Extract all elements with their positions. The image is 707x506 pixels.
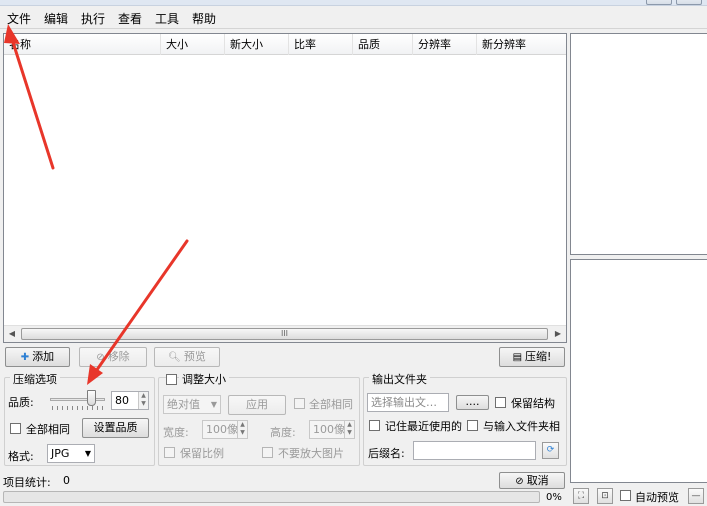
keep-ratio-label: 保留比例 [180,447,224,460]
compress-icon: ▤ [512,352,523,363]
quality-slider-track[interactable] [50,398,105,401]
chevron-down-icon: ▼ [210,400,217,409]
auto-preview-checkbox[interactable] [620,490,631,501]
menu-view[interactable]: 查看 [118,10,142,27]
scroll-grip: III [280,329,289,338]
column-ratio[interactable]: 比率 [289,34,353,55]
resize-mode-dropdown[interactable]: 绝对值 ▼ [163,395,221,414]
output-folder-input[interactable]: 选择输出文… [367,393,449,412]
quality-slider-ticks [52,406,104,410]
no-enlarge-checkbox[interactable] [262,447,273,458]
quality-slider-handle[interactable] [87,390,96,406]
progress-bar [3,491,540,503]
remember-recent-label: 记住最近使用的 [385,420,462,433]
no-enlarge-label: 不要放大图片 [278,447,344,460]
item-count-label: 项目统计: [3,476,51,489]
same-as-input-label: 与输入文件夹相 [483,420,560,433]
resize-apply-button[interactable]: 应用 [228,395,286,415]
preview-original-pane [570,33,707,255]
height-label: 高度: [270,426,296,439]
remove-button[interactable]: ⊘ 移除 [79,347,147,367]
preview-button[interactable]: 🔍︎ 预览 [154,347,220,367]
resize-all-same-checkbox[interactable] [294,398,305,409]
cancel-button[interactable]: ⊘ 取消 [499,472,565,489]
suffix-label: 后缀名: [368,447,405,460]
scroll-left-icon[interactable]: ◀ [4,326,20,342]
progress-percent-text: 0% [546,492,562,503]
spin-arrows-icon[interactable]: ▲ ▼ [237,421,247,438]
spin-arrows-icon[interactable]: ▲ ▼ [344,421,354,438]
list-header: 名称 大小 新大小 比率 品质 分辨率 新分辨率 [4,34,566,55]
suffix-input[interactable] [413,441,536,460]
remember-recent-checkbox[interactable] [369,420,380,431]
quality-label: 品质: [8,396,34,409]
minimize-button[interactable] [646,0,672,5]
maximize-button[interactable] [676,0,702,5]
format-label: 格式: [8,450,34,463]
width-label: 宽度: [163,426,189,439]
plus-icon: ✚ [20,352,30,363]
item-count-value: 0 [63,474,70,487]
scroll-right-icon[interactable]: ▶ [550,326,566,342]
menu-help[interactable]: 帮助 [192,10,216,27]
remove-icon: ⊘ [96,352,105,363]
quality-spinbox[interactable]: 80 ▲ ▼ [111,391,149,410]
horizontal-scrollbar[interactable]: ◀ III ▶ [4,325,566,342]
browse-button[interactable]: .... [456,395,489,410]
column-new-size[interactable]: 新大小 [225,34,289,55]
menu-tools[interactable]: 工具 [155,10,179,27]
magnifier-icon: 🔍︎ [168,352,181,363]
actual-size-icon[interactable]: ⊡ [597,488,613,504]
refresh-icon[interactable]: ⟳ [542,442,559,459]
compress-button[interactable]: ▤ 压缩! [499,347,565,367]
column-quality[interactable]: 品质 [353,34,413,55]
column-new-resolution[interactable]: 新分辨率 [477,34,566,55]
collapse-icon[interactable]: — [688,488,704,504]
width-spinbox[interactable]: 100像 ▲ ▼ [202,420,248,439]
column-resolution[interactable]: 分辨率 [413,34,477,55]
set-quality-button[interactable]: 设置品质 [82,418,149,438]
scrollbar-thumb[interactable]: III [21,328,548,340]
same-as-input-checkbox[interactable] [467,420,478,431]
file-list[interactable]: 名称 大小 新大小 比率 品质 分辨率 新分辨率 ◀ III ▶ [3,33,567,343]
add-button[interactable]: ✚ 添加 [5,347,70,367]
chevron-down-icon: ▼ [84,449,91,458]
keep-structure-label: 保留结构 [511,397,555,410]
compress-options-title: 压缩选项 [10,371,60,387]
format-dropdown[interactable]: JPG ▼ [47,444,95,463]
output-folder-title: 输出文件夹 [369,371,430,387]
quality-all-same-checkbox[interactable] [10,423,21,434]
menu-edit[interactable]: 编辑 [44,10,68,27]
resize-checkbox[interactable] [166,374,177,385]
resize-all-same-label: 全部相同 [309,398,353,411]
cancel-icon: ⊘ [515,476,524,487]
spin-arrows-icon[interactable]: ▲ ▼ [138,392,148,409]
fit-view-icon[interactable]: ⛶ [573,488,589,504]
menu-file[interactable]: 文件 [7,10,31,27]
menu-bar: 文件 编辑 执行 查看 工具 帮助 [0,6,707,29]
auto-preview-label: 自动预览 [635,491,679,504]
resize-title: 调整大小 [179,371,229,387]
column-name[interactable]: 名称 [4,34,161,55]
preview-compressed-pane [570,259,707,483]
height-spinbox[interactable]: 100像 ▲ ▼ [309,420,355,439]
column-size[interactable]: 大小 [161,34,225,55]
keep-structure-checkbox[interactable] [495,397,506,408]
menu-run[interactable]: 执行 [81,10,105,27]
quality-all-same-label: 全部相同 [26,423,70,436]
keep-ratio-checkbox[interactable] [164,447,175,458]
